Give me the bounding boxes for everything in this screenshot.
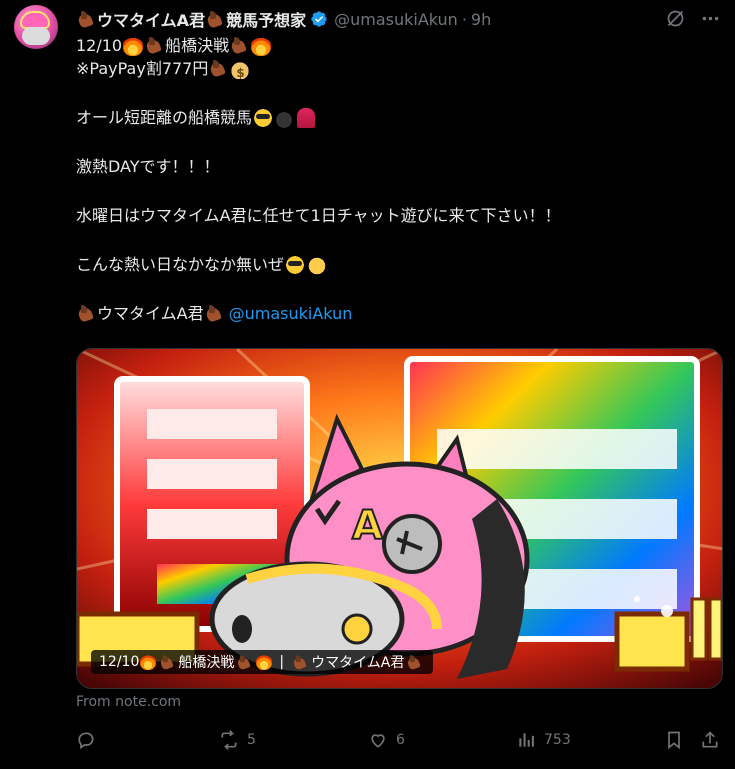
card-image: A [77,349,722,688]
event-text: 船橋決戦 [165,36,230,55]
sunglasses-emoji-icon [253,107,274,128]
text-line: ウマタイムA君 @umasukiAkun [76,302,716,325]
text-line: 水曜日はウマタイムA君に任せて1日チャット遊びに来て下さい！！ [76,204,716,227]
action-bar: 5 6 753 [76,730,723,754]
views-icon [519,733,534,747]
text-line: ※PayPay割777円 [76,57,716,85]
bookmark-button[interactable] [664,730,684,750]
like-button[interactable]: 6 [368,730,405,750]
fire-emoji-icon [123,35,144,56]
discount-text: ※PayPay割777円 [76,59,209,78]
separator-dot: · [461,9,467,29]
tweet[interactable]: ウマタイムA君 競馬予想家 @umasukiAkun · 9h 12/10 船橋… [0,0,735,769]
siren-emoji-icon [297,107,316,128]
tweet-header: ウマタイムA君 競馬予想家 @umasukiAkun · 9h [76,7,491,31]
horse-emoji-icon [145,37,164,54]
avatar[interactable] [14,5,58,49]
horse-emoji-icon [230,37,249,54]
thumbs-up-emoji-icon [307,254,328,275]
mention-link[interactable]: @umasukiAkun [229,302,353,325]
text-line: 12/10 船橋決戦 [76,34,716,57]
sprint-text: オール短距離の船橋競馬 [76,108,253,127]
horse-emoji-icon [77,10,96,28]
svg-text:A: A [352,503,383,549]
horse-emoji-icon [206,10,225,28]
grok-icon[interactable] [665,8,686,29]
card-title-author: ウマタイムA君 [311,655,405,671]
fire-emoji-icon [140,654,157,670]
horse-emoji-icon [237,654,253,669]
share-button[interactable] [700,730,720,750]
money-bag-emoji-icon [230,58,251,85]
date-text: 12/10 [76,36,123,55]
timestamp[interactable]: 9h [471,10,491,29]
horse-emoji-icon [407,654,423,669]
signature-name: ウマタイムA君 [97,304,204,323]
fire-emoji-icon [251,35,272,56]
more-icon[interactable] [700,8,721,29]
like-icon [371,734,385,748]
card-title-separator: | [279,654,285,670]
verified-icon [311,11,327,27]
repost-count: 5 [247,732,256,748]
repost-icon [221,730,237,750]
horse-emoji-icon [205,305,224,322]
card-title-date: 12/10 [99,654,140,670]
text-line: 激熱DAYです！！！ [76,155,716,178]
horse-emoji-icon [293,654,309,669]
horse-emoji-icon [160,654,176,669]
tweet-text: 12/10 船橋決戦 ※PayPay割777円 オール短距離の船橋競馬 激熱DA… [76,34,716,325]
card-title: 12/10 船橋決戦 | ウマタイムA君 [91,650,434,674]
avatar-face [22,27,50,45]
hype-text: 激熱DAYです！！！ [76,157,220,176]
link-card[interactable]: A 12/10 船橋決戦 | ウマタイムA君 [76,348,723,689]
reply-icon [78,732,94,750]
fire-emoji-icon [256,654,273,670]
sunglasses-emoji-icon [285,254,306,275]
horse-emoji-icon [209,60,228,77]
display-name-suffix[interactable]: 競馬予想家 [226,7,306,31]
card-source[interactable]: From note.com [76,694,181,710]
top-actions [665,8,721,29]
invite-text: 水曜日はウマタイムA君に任せて1日チャット遊びに来て下さい！！ [76,206,561,225]
text-line: こんな熱い日なかなか無いぜ [76,253,716,276]
reply-button[interactable] [76,730,104,750]
horse-emoji-icon [77,305,96,322]
bookmark-icon [668,731,680,750]
handle[interactable]: @umasukiAkun [334,10,458,29]
views-button[interactable]: 753 [516,730,571,750]
text-line: オール短距離の船橋競馬 [76,106,716,129]
repost-button[interactable]: 5 [219,730,256,750]
views-count: 753 [544,732,571,748]
hot-day-text: こんな熱い日なかなか無いぜ [76,255,285,274]
like-count: 6 [396,732,405,748]
display-name[interactable]: ウマタイムA君 [97,7,205,31]
bomb-emoji-icon [275,107,296,128]
card-title-event: 船橋決戦 [178,655,235,671]
share-icon [702,731,718,748]
